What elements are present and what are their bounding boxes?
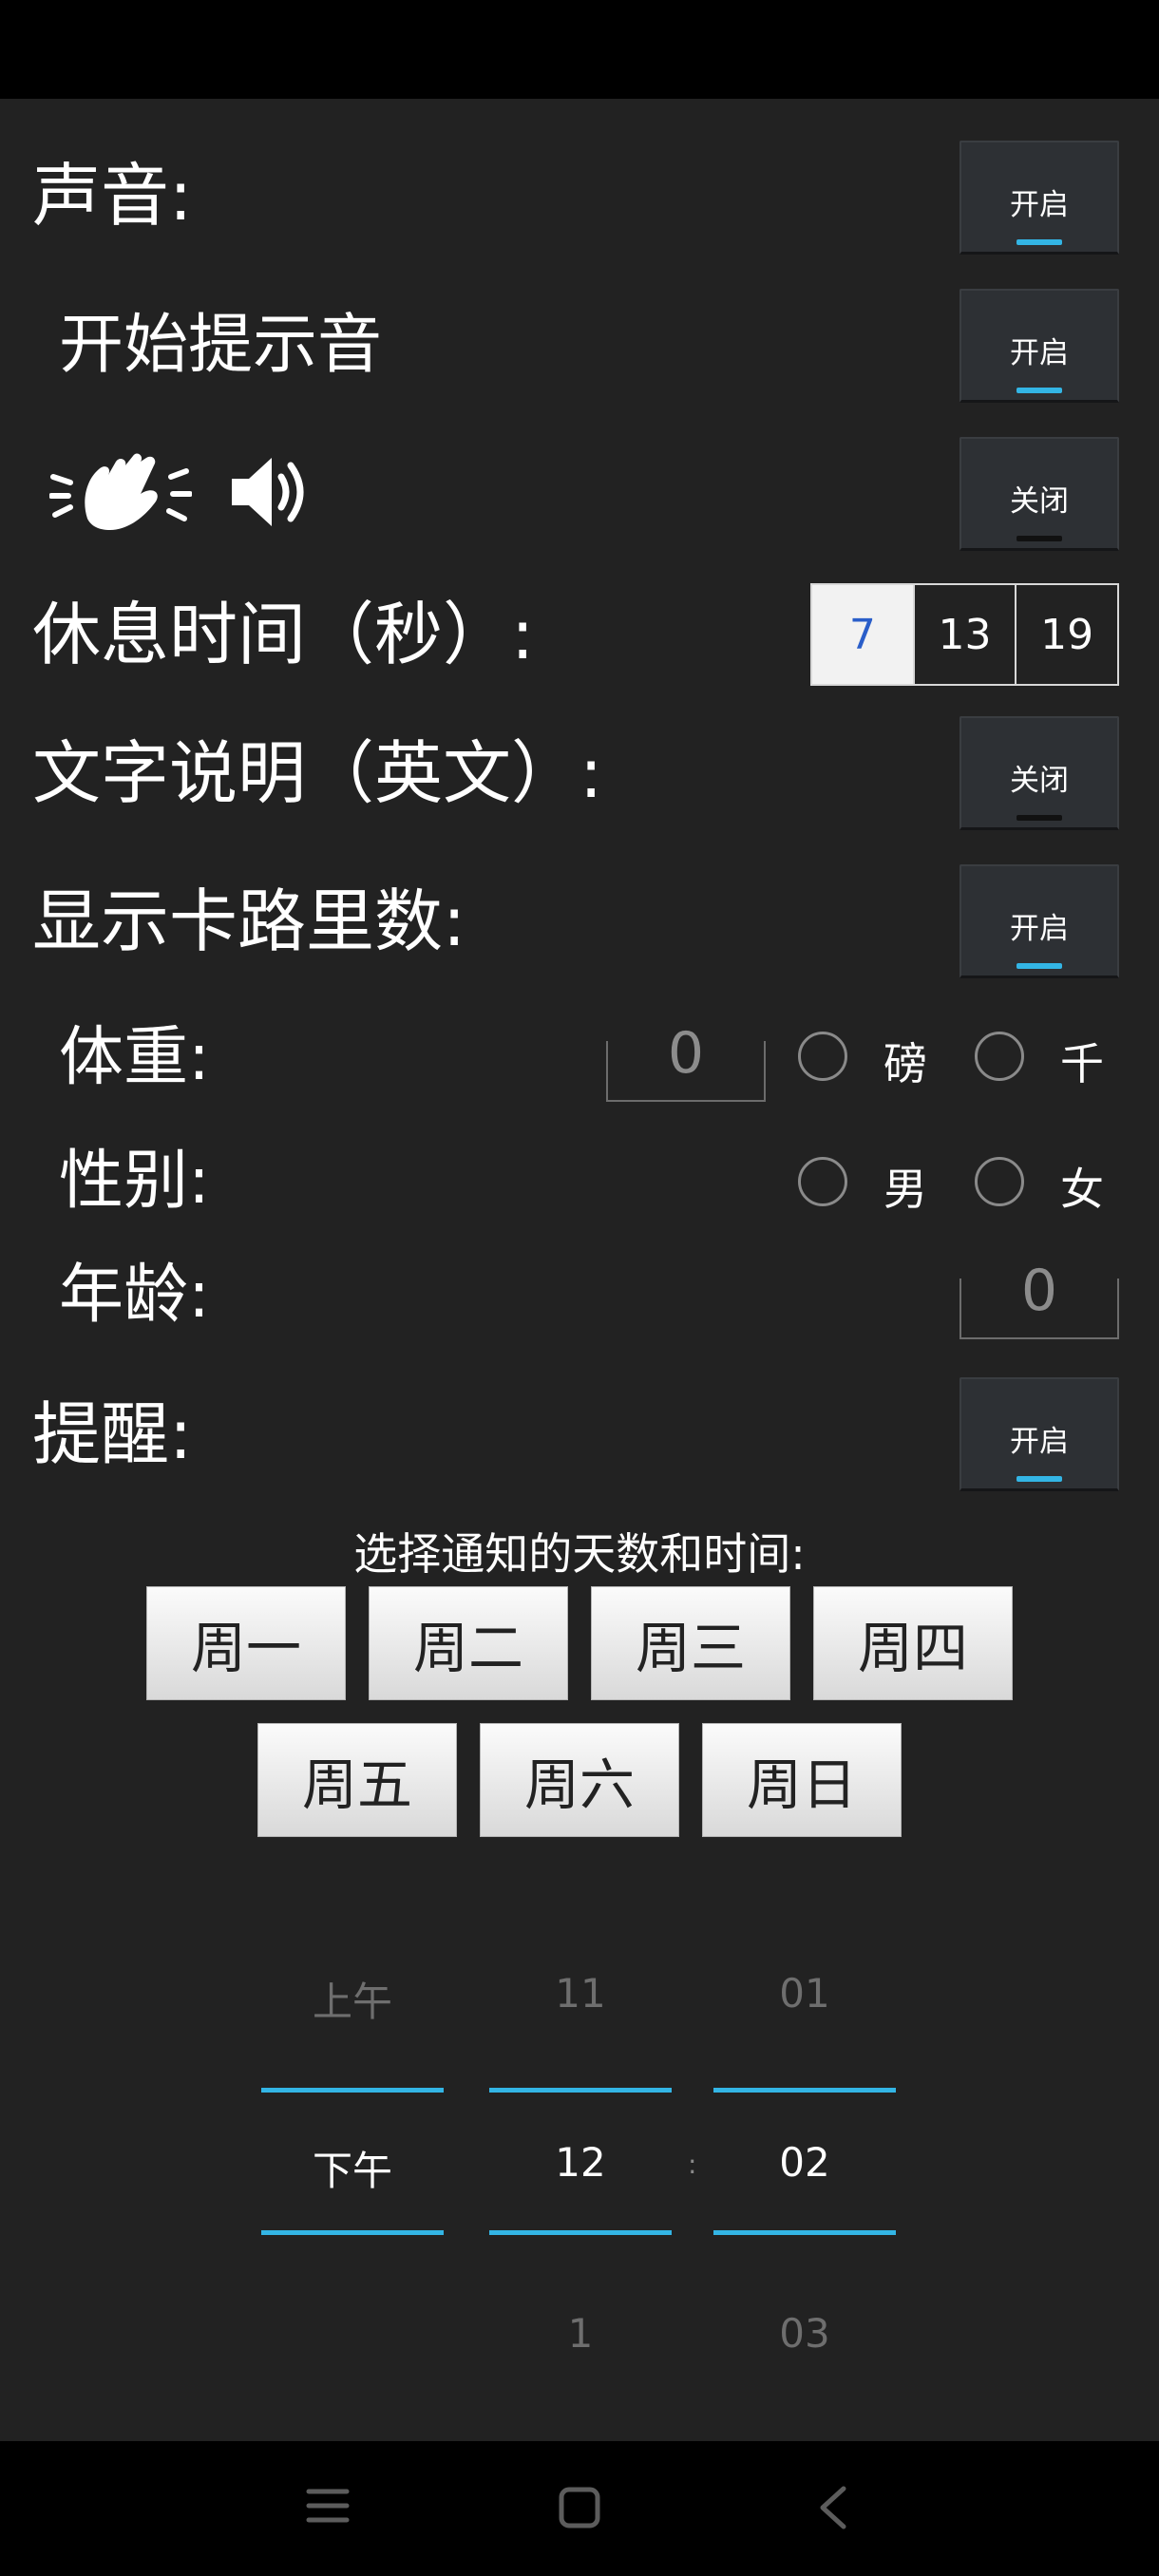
gender-male-label: 男 xyxy=(884,1164,927,1215)
toggle-indicator xyxy=(1016,239,1062,245)
picker-minute-above[interactable]: 01 xyxy=(714,1970,895,2017)
day-button-mon[interactable]: 周一 xyxy=(146,1586,346,1700)
start-tone-toggle-text: 开启 xyxy=(1010,336,1069,370)
gender-male-radio[interactable] xyxy=(798,1157,847,1206)
toggle-indicator xyxy=(1016,815,1062,821)
picker-minute-below[interactable]: 03 xyxy=(714,2310,895,2357)
toggle-indicator xyxy=(1016,1476,1062,1482)
calories-label: 显示卡路里数: xyxy=(32,881,466,961)
start-tone-toggle[interactable]: 开启 xyxy=(960,289,1119,403)
weight-value: 0 xyxy=(667,1020,705,1087)
day-button-sat[interactable]: 周六 xyxy=(480,1723,679,1837)
speaker-icon xyxy=(232,458,304,526)
age-label: 年龄: xyxy=(59,1258,210,1333)
day-button-wed[interactable]: 周三 xyxy=(591,1586,790,1700)
picker-divider xyxy=(261,2230,444,2235)
weight-unit-kg-label: 千 xyxy=(1060,1038,1104,1089)
day-button-fri[interactable]: 周五 xyxy=(257,1723,457,1837)
calories-toggle-text: 开启 xyxy=(1010,912,1069,946)
rest-time-option-7[interactable]: 7 xyxy=(812,585,913,684)
weight-label: 体重: xyxy=(59,1020,210,1095)
clap-sound-toggle[interactable]: 关闭 xyxy=(960,437,1119,551)
picker-ampm-above[interactable]: 上午 xyxy=(262,1970,443,2028)
picker-divider xyxy=(713,2230,896,2235)
picker-divider xyxy=(713,2088,896,2093)
picker-divider xyxy=(261,2088,444,2093)
weight-unit-kg-radio[interactable] xyxy=(975,1032,1024,1081)
back-icon[interactable] xyxy=(817,2485,847,2530)
clap-sound-toggle-text: 关闭 xyxy=(1010,484,1069,519)
weight-input[interactable]: 0 xyxy=(606,1020,766,1102)
day-button-sun[interactable]: 周日 xyxy=(702,1723,902,1837)
sound-toggle[interactable]: 开启 xyxy=(960,141,1119,255)
picker-ampm-selected[interactable]: 下午 xyxy=(262,2139,443,2197)
home-icon[interactable] xyxy=(559,2487,600,2529)
picker-hour-below[interactable]: 1 xyxy=(490,2310,671,2357)
picker-divider xyxy=(489,2088,672,2093)
time-separator: : xyxy=(688,2149,697,2180)
clapping-hands-icon xyxy=(49,453,192,530)
rest-time-label: 休息时间（秒）: xyxy=(32,595,535,674)
weight-unit-lb-label: 磅 xyxy=(884,1038,927,1089)
notify-prompt: 选择通知的天数和时间: xyxy=(353,1528,806,1580)
reminder-toggle[interactable]: 开启 xyxy=(960,1377,1119,1491)
picker-hour-above[interactable]: 11 xyxy=(490,1970,671,2017)
gender-female-radio[interactable] xyxy=(975,1157,1024,1206)
menu-icon[interactable] xyxy=(306,2487,350,2525)
reminder-toggle-text: 开启 xyxy=(1010,1425,1069,1459)
rest-time-option-19[interactable]: 19 xyxy=(1015,585,1117,684)
gender-label: 性别: xyxy=(59,1144,210,1219)
start-tone-label: 开始提示音 xyxy=(59,308,383,383)
gender-female-label: 女 xyxy=(1060,1164,1104,1215)
text-description-toggle-text: 关闭 xyxy=(1010,764,1069,798)
picker-minute-selected[interactable]: 02 xyxy=(714,2139,895,2186)
age-value: 0 xyxy=(1020,1258,1058,1324)
toggle-indicator xyxy=(1016,388,1062,393)
day-button-tue[interactable]: 周二 xyxy=(369,1586,568,1700)
weight-unit-lb-radio[interactable] xyxy=(798,1032,847,1081)
sound-toggle-text: 开启 xyxy=(1010,188,1069,222)
sound-label: 声音: xyxy=(32,156,193,236)
toggle-indicator xyxy=(1016,536,1062,541)
rest-time-selector: 7 13 19 xyxy=(810,583,1119,686)
picker-divider xyxy=(489,2230,672,2235)
reminder-label: 提醒: xyxy=(32,1394,193,1474)
age-input[interactable]: 0 xyxy=(960,1258,1119,1339)
status-bar xyxy=(0,0,1159,99)
calories-toggle[interactable]: 开启 xyxy=(960,864,1119,978)
text-description-toggle[interactable]: 关闭 xyxy=(960,716,1119,830)
rest-time-option-13[interactable]: 13 xyxy=(912,585,1016,684)
day-button-thu[interactable]: 周四 xyxy=(813,1586,1013,1700)
text-description-label: 文字说明（英文）: xyxy=(32,733,603,813)
toggle-indicator xyxy=(1016,963,1062,969)
picker-hour-selected[interactable]: 12 xyxy=(490,2139,671,2186)
